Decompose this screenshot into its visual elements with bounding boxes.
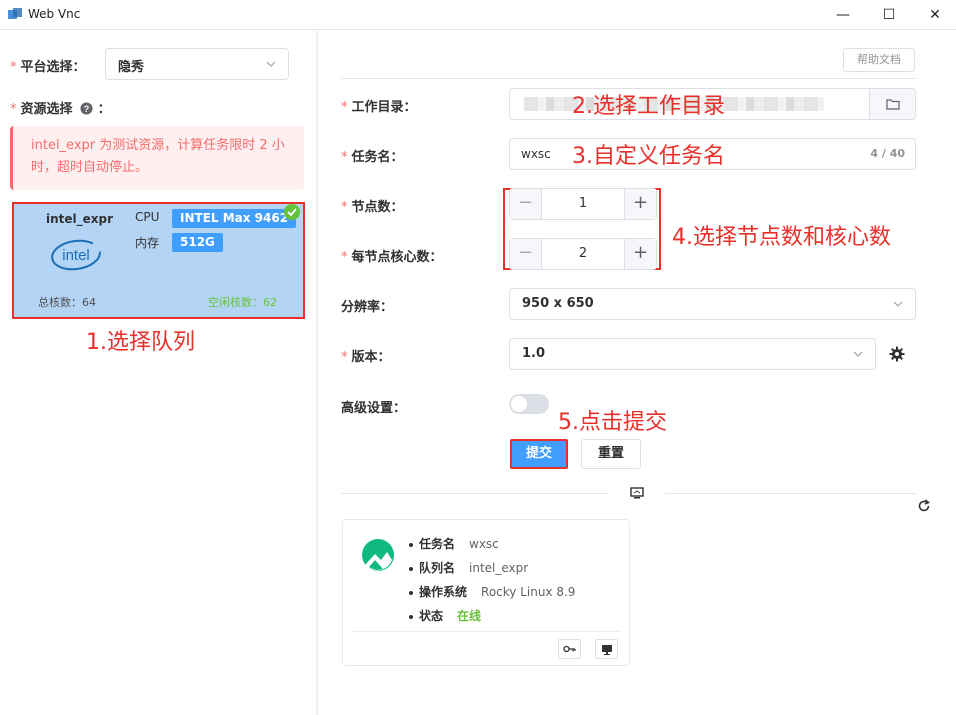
refresh-icon[interactable]: [917, 499, 931, 513]
rocky-logo: [362, 539, 394, 571]
section-divider-left: [341, 493, 609, 494]
app-icon: [8, 8, 22, 19]
cpu-key: CPU: [135, 210, 160, 224]
job-row-name: 任务名 wxsc: [409, 535, 499, 552]
free-cores: 空闲核数：62: [208, 296, 277, 309]
svg-text:intel: intel: [62, 247, 90, 264]
nodes-increment-button[interactable]: +: [624, 189, 656, 219]
resource-label: * 资源选择 ? ：: [10, 102, 111, 117]
cores-value[interactable]: 2: [542, 246, 624, 261]
cores-label: * 每节点核心数：: [341, 250, 443, 265]
switch-knob: [511, 396, 527, 412]
cores-stepper[interactable]: − 2 +: [509, 238, 657, 270]
monitor-icon: [601, 644, 612, 655]
platform-label: * 平台选择：: [10, 60, 86, 75]
resource-alert: intel_expr 为测试资源，计算任务限时 2 小时，超时自动停止。: [10, 126, 304, 190]
nodes-stepper[interactable]: − 1 +: [509, 188, 657, 220]
section-divider-right: [665, 493, 916, 494]
panel-divider: [316, 31, 318, 715]
version-value: 1.0: [522, 346, 546, 361]
svg-text:?: ?: [84, 104, 90, 114]
maximize-button[interactable]: ☐: [866, 0, 912, 30]
screen-icon: [630, 487, 644, 499]
top-divider: [341, 78, 916, 79]
platform-value: 隐秀: [118, 60, 145, 75]
submit-button[interactable]: 提交: [510, 439, 568, 469]
nodes-decrement-button[interactable]: −: [510, 189, 542, 219]
help-docs-button[interactable]: 帮助文档: [843, 48, 915, 72]
folder-button[interactable]: [869, 88, 916, 120]
job-card: 任务名 wxsc 队列名 intel_expr 操作系统 Rocky Linux 8.…: [342, 519, 630, 666]
minimize-button[interactable]: —: [820, 0, 866, 30]
jobname-label: * 任务名：: [341, 150, 404, 165]
annotation-jobname: 3.自定义任务名: [572, 144, 725, 169]
version-select[interactable]: 1.0: [509, 338, 876, 370]
chevron-down-icon: [266, 61, 276, 67]
folder-icon: [885, 99, 900, 110]
key-button[interactable]: [558, 639, 581, 659]
workdir-label: * 工作目录：: [341, 100, 417, 115]
gear-icon[interactable]: [889, 346, 905, 362]
advanced-label: 高级设置：: [341, 401, 407, 416]
advanced-switch[interactable]: [509, 394, 549, 414]
memory-key: 内存: [135, 236, 160, 250]
cores-increment-button[interactable]: +: [624, 239, 656, 269]
resolution-value: 950 x 650: [522, 296, 594, 311]
key-icon: [563, 645, 576, 653]
close-button[interactable]: ✕: [912, 0, 956, 30]
jobname-value: wxsc: [521, 147, 551, 161]
platform-select[interactable]: 隐秀: [105, 48, 289, 80]
job-row-queue: 队列名 intel_expr: [409, 559, 528, 576]
left-panel: * 平台选择： 隐秀 * 资源选择 ? ： intel_expr 为测试资源，计算任…: [0, 31, 316, 715]
cores-decrement-button[interactable]: −: [510, 239, 542, 269]
resource-name: intel_expr: [46, 212, 114, 226]
title-bar: Web Vnc — ☐ ✕: [0, 0, 956, 30]
annotation-workdir: 2.选择工作目录: [572, 94, 725, 119]
job-row-status: 状态 在线: [409, 607, 481, 624]
nodes-value[interactable]: 1: [542, 196, 624, 211]
jobname-count: 4 / 40: [870, 147, 905, 160]
cpu-tag: INTEL Max 9462: [172, 209, 297, 228]
memory-tag: 512G: [172, 233, 223, 252]
window-title: Web Vnc: [28, 7, 81, 21]
reset-button[interactable]: 重置: [581, 439, 641, 469]
chevron-down-icon: [893, 301, 903, 307]
nodes-label: * 节点数：: [341, 200, 404, 215]
total-cores: 总核数：64: [38, 296, 96, 309]
open-desktop-button[interactable]: [595, 639, 618, 659]
job-row-os: 操作系统 Rocky Linux 8.9: [409, 583, 575, 600]
annotation-submit: 5.点击提交: [558, 410, 667, 435]
check-icon: [284, 204, 300, 220]
chevron-down-icon: [853, 351, 863, 357]
resolution-select[interactable]: 950 x 650: [509, 288, 916, 320]
annotation-select-queue: 1.选择队列: [86, 330, 195, 355]
intel-logo: intel: [51, 239, 101, 271]
version-label: * 版本：: [341, 350, 391, 365]
question-icon[interactable]: ?: [80, 102, 93, 115]
resolution-label: 分辨率：: [341, 300, 394, 315]
annotation-nodes: 4.选择节点数和核心数: [672, 225, 891, 250]
resource-card-intel-expr[interactable]: intel_expr CPU INTEL Max 9462 内存 512G in…: [12, 202, 305, 319]
job-card-footer-divider: [351, 631, 621, 632]
